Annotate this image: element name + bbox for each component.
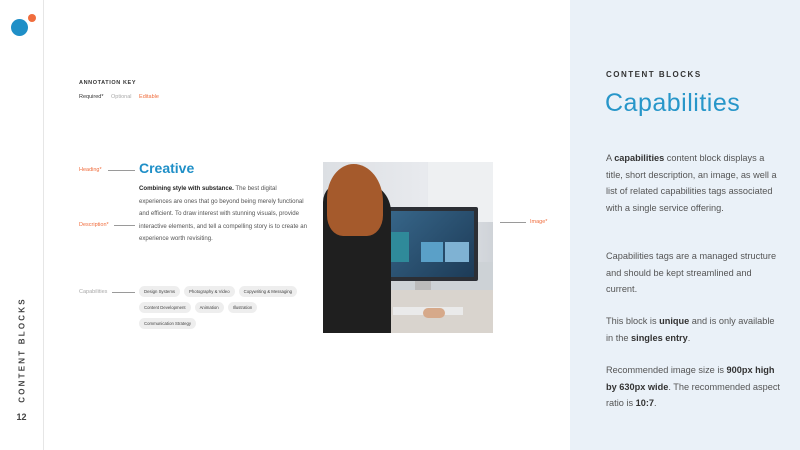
key-required: Required* [79,94,104,100]
capability-tag: Design Systems [139,286,181,297]
key-editable: Editable [139,94,159,100]
left-rail: CONTENT BLOCKS 12 [0,0,44,450]
brand-logo [11,12,41,42]
annotation-line-description [114,225,135,226]
capability-tag: Content Development [139,302,191,313]
p1-text: A [606,153,615,163]
key-optional: Optional [111,94,132,100]
panel-title: Capabilities [605,89,741,117]
capability-tag: Copywriting & Messaging [238,286,298,297]
p4-bold: 10:7 [635,398,655,408]
p3-bold: unique [659,316,690,326]
p3-text: . [687,332,691,343]
panel-paragraph-1: A capabilities content block displays a … [606,150,781,216]
annotation-description: Description* [79,222,109,228]
page-number: 12 [16,412,27,422]
annotation-capabilities: Capabilities [79,289,108,295]
capability-tag: Photography & Video [184,286,235,297]
p4-text: . [654,398,657,408]
panel-section-label: CONTENT BLOCKS [606,70,702,79]
p3-text: This block is [606,316,660,326]
logo-orange-dot [28,14,36,22]
capability-tag: Animation [194,302,224,313]
block-heading: Creative [139,160,195,176]
logo-blue-dot [11,19,28,36]
p4-text: Recommended image size is [606,365,727,375]
photo-person-hair [327,164,383,236]
capability-tag: Communication Strategy [139,318,197,329]
annotation-image: Image* [530,219,548,225]
p3-bold: singles entry [631,332,688,343]
capability-tag: Illustration [227,302,258,313]
photo-hand [423,308,445,318]
annotation-key-legend: Required* Optional Editable [79,94,159,100]
annotation-heading: Heading* [79,167,102,173]
panel-paragraph-3: This block is unique and is only availab… [606,313,781,346]
photo-screen-tile [445,242,469,262]
photo-screen-tile [421,242,443,262]
block-description-lead: Combining style with substance. [139,185,234,192]
rail-section-title: CONTENT BLOCKS [17,297,27,403]
annotation-line-image [500,222,526,223]
capabilities-tags: Design Systems Photography & Video Copyw… [139,286,309,329]
block-description-body: The best digital experiences are ones th… [139,185,308,243]
block-image [323,162,493,333]
block-description: Combining style with substance. The best… [139,183,309,246]
annotation-line-heading [108,170,135,171]
annotation-line-capabilities [112,292,135,293]
annotation-key-title: ANNOTATION KEY [79,80,137,86]
panel-paragraph-2: Capabilities tags are a managed structur… [606,251,777,294]
p1-bold: capabilities [614,153,665,163]
panel-paragraph-4: Recommended image size is 900px high by … [606,362,781,412]
